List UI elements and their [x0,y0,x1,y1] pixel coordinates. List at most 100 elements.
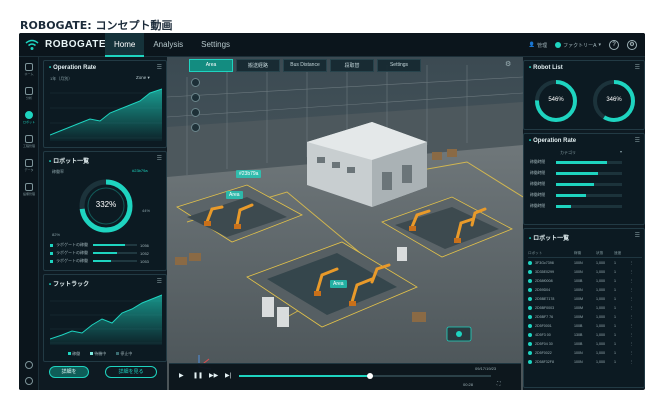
process-icon [25,135,33,143]
panel-menu-icon[interactable]: ☰ [635,64,640,71]
footprint-area-chart [50,294,162,345]
rail-item-equipment[interactable]: 設備管理 [20,181,38,203]
row-menu-icon[interactable]: ⋮ [630,288,638,292]
playback-time: 00:28 [463,382,474,387]
row-menu-icon[interactable]: ⋮ [630,270,638,274]
table-row[interactable]: 2D59D04 100N 1,000 1 ⋮ [528,285,642,294]
table-row[interactable]: 2D58F32F8 100N 1,000 1 ⋮ [528,357,642,366]
row-menu-icon[interactable]: ⋮ [630,342,638,346]
pause-icon[interactable]: ❚❚ [193,372,203,379]
row-menu-icon[interactable]: ⋮ [630,324,638,328]
table-row[interactable]: 3D35E0299 100N 1,000 1 ⋮ [528,267,642,276]
table-row[interactable]: 2D5BF0003 100M 1,000 1 ⋮ [528,303,642,312]
nav-settings[interactable]: Settings [192,33,239,57]
row-menu-icon[interactable]: ⋮ [630,333,638,337]
row-menu-icon[interactable]: ⋮ [630,315,638,319]
rail-item-home[interactable]: ホーム [20,61,38,83]
row-menu-icon[interactable]: ⋮ [630,279,638,283]
row-menu-icon[interactable]: ⋮ [630,351,638,355]
zone-select[interactable]: Zone ▾ [136,75,150,81]
camera-tool-icon[interactable] [191,78,200,87]
legend-row: ラボゲートの稼働 1052 [50,250,149,256]
tab-scene-settings[interactable]: Settings [377,59,421,72]
tab-transport-route[interactable]: 搬送経路 [236,59,280,72]
factory-selector[interactable]: ファクトリーA ▾ [555,42,601,49]
view-tool-icon[interactable] [191,123,200,132]
panel-menu-icon[interactable]: ☰ [635,232,640,239]
robot-tag-label[interactable]: #23b79a [236,170,262,178]
playback-date: 09/17/19/23 [475,366,497,371]
gauge-left-value: 82% [52,232,61,237]
panel-title: Operation Rate [49,65,96,71]
category-dropdown-icon[interactable]: ▾ [620,149,622,154]
row-menu-icon[interactable]: ⋮ [630,297,638,301]
page-caption: ROBOGATE: コンセプト動画 [20,19,173,32]
help-button[interactable]: ? [609,40,619,50]
chevron-down-icon: ▾ [598,42,601,48]
rail-item-gear[interactable] [20,375,38,390]
fullscreen-icon[interactable]: ⛶ [497,381,501,387]
table-row[interactable]: 4D5F3 00 130B 1,000 1 ⋮ [528,330,642,339]
factory-3d-view[interactable] [167,57,523,390]
robot-icon [25,111,33,119]
operation-rate-bars-panel: Operation Rate ☰ カテゴリ ▾ 稼働時間 稼働時間 稼働時間 稼… [523,133,645,225]
rail-item-analytics[interactable]: 分析 [20,85,38,107]
status-dot-icon [528,341,532,346]
gauge-right-value: 44% [142,208,151,213]
panel-menu-icon[interactable]: ☰ [157,155,162,162]
gauge-value: 332% [95,200,117,209]
table-row[interactable]: 3F3Gc7398 100N 1,000 1 ⋮ [528,258,642,267]
rail-item-data[interactable]: データ [20,157,38,179]
robot-table: ロボット 稼働 状態 速度 3F3Gc7398 100N 1,000 1 ⋮ 3D35E0… [528,249,642,366]
nav-home[interactable]: Home [105,33,145,57]
category-header: カテゴリ [560,150,576,155]
user-menu[interactable]: 👤 管理 [529,42,547,49]
operation-bar-row: 稼働時間 [530,193,622,198]
table-row[interactable]: 2D5F0022 100N 1,000 1 ⋮ [528,348,642,357]
panel-menu-icon[interactable]: ☰ [157,64,162,71]
ring-1-value: 546% [548,97,564,103]
table-row[interactable]: 2D5F04 30 100B 1,000 1 ⋮ [528,339,642,348]
row-menu-icon[interactable]: ⋮ [630,360,638,364]
detail-button[interactable]: 詳細を [49,366,89,378]
table-row[interactable]: 2D5BE7178 100M 1,000 1 ⋮ [528,294,642,303]
scene-gear-icon[interactable]: ⚙ [505,60,511,68]
rate-label: 稼働率 [52,169,64,174]
ring-2-value: 346% [606,97,622,103]
robot-table-panel: ロボット一覧 ☰ ロボット 稼働 状態 速度 3F3Gc7398100N1,00… [523,228,645,388]
tab-changeover[interactable]: 段取替 [330,59,374,72]
timeline-slider[interactable] [239,373,491,379]
rail-item-robot[interactable]: ロボット [20,109,38,131]
row-menu-icon[interactable]: ⋮ [630,306,638,310]
layer-tool-icon[interactable] [191,93,200,102]
area-label-front[interactable]: Area [330,280,347,288]
panel-menu-icon[interactable]: ☰ [157,278,162,285]
wifi-logo-icon [25,39,39,50]
brand-name: ROBOGATE [45,39,107,50]
panel-title: Robot List [529,65,563,71]
legend-row: ラボゲートの稼働 1053 [50,258,149,264]
robot-list-panel: Robot List ☰ 546% 346% [523,60,645,130]
rail-item-process[interactable]: 工程管理 [20,133,38,155]
main-nav: Home Analysis Settings [105,33,239,57]
table-row[interactable]: 2D58f0008 100B 1,000 1 ⋮ [528,276,642,285]
timeline-knob[interactable] [367,373,374,379]
settings-gear-icon[interactable]: ⚙ [627,40,637,50]
panel-menu-icon[interactable]: ☰ [635,137,640,144]
play-icon[interactable]: ▶ [179,372,184,379]
fast-forward-icon[interactable]: ▶▶ [209,372,218,379]
target-tool-icon[interactable] [191,108,200,117]
tab-bus-distance[interactable]: Bus Distance [283,59,327,72]
table-row[interactable]: 2D5BF7 76 100M 1,000 1 ⋮ [528,312,642,321]
status-dot-icon [528,332,532,337]
tab-area[interactable]: Area [189,59,233,72]
table-row[interactable]: 2D5F0001 100B 1,000 1 ⋮ [528,321,642,330]
panel-title: ロボット一覧 [529,233,569,242]
view-detail-button[interactable]: 詳細を見る [105,366,157,378]
skip-end-icon[interactable]: ▶| [225,372,231,379]
row-menu-icon[interactable]: ⋮ [630,261,638,265]
area-label-left[interactable]: Area [226,191,243,199]
playback-bar: ▶ ❚❚ ▶▶ ▶| 09/17/19/23 00:28 ⛶ [169,363,521,390]
table-body: 3F3Gc7398 100N 1,000 1 ⋮ 3D35E0299 100N 1,000 1 ⋮… [528,258,642,366]
nav-analysis[interactable]: Analysis [144,33,192,57]
